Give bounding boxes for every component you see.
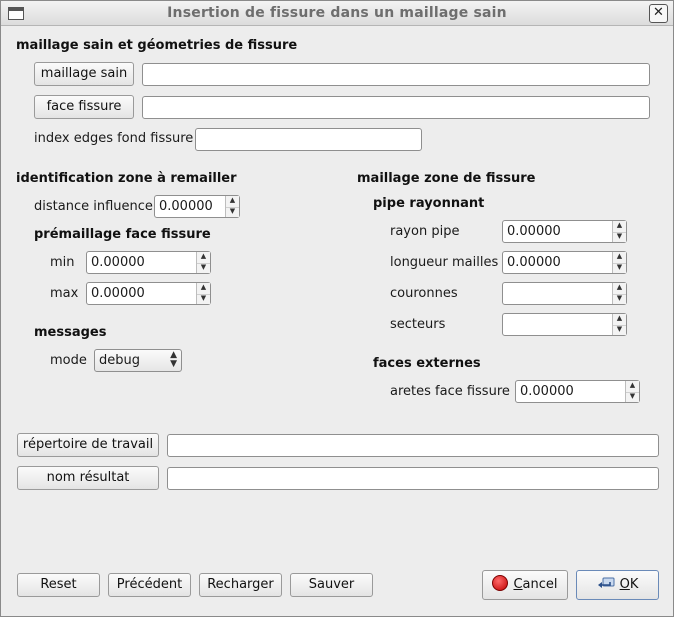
spin-down-icon[interactable]: ▼ <box>197 294 210 305</box>
maillage-sain-button[interactable]: maillage sain <box>34 62 134 86</box>
secteurs-label: secteurs <box>390 317 446 332</box>
close-button[interactable]: ✕ <box>649 4 668 23</box>
section-title-zone: maillage zone de fissure <box>357 171 536 186</box>
enter-arrow-icon <box>597 577 615 588</box>
couronnes-label: couronnes <box>390 286 458 301</box>
repertoire-travail-button[interactable]: répertoire de travail <box>17 433 159 457</box>
longueur-mailles-label: longueur mailles <box>390 255 499 270</box>
title-bar: Insertion de fissure dans un maillage sa… <box>1 1 673 26</box>
reset-button[interactable]: Reset <box>17 573 100 597</box>
section-title-geometry: maillage sain et géometries de fissure <box>16 38 298 53</box>
mode-label: mode <box>50 353 87 368</box>
rayon-pipe-spinbox[interactable]: 0.00000 ▲ ▼ <box>502 220 627 243</box>
index-edges-field[interactable] <box>195 128 422 151</box>
min-spinbox[interactable]: 0.00000 ▲ ▼ <box>86 251 211 274</box>
cancel-button[interactable]: Cancel <box>482 570 568 600</box>
window-title: Insertion de fissure dans un maillage sa… <box>167 5 507 21</box>
aretes-face-fissure-spinbox[interactable]: 0.00000 ▲ ▼ <box>515 380 640 403</box>
nom-resultat-button[interactable]: nom résultat <box>17 466 159 490</box>
maillage-sain-field[interactable] <box>142 63 650 86</box>
spin-down-icon[interactable]: ▼ <box>613 294 626 305</box>
longueur-mailles-spinbox[interactable]: 0.00000 ▲ ▼ <box>502 251 627 274</box>
spin-down-icon[interactable]: ▼ <box>613 263 626 274</box>
distance-influence-label: distance influence <box>34 199 153 214</box>
distance-influence-spinbox[interactable]: 0.00000 ▲ ▼ <box>154 195 240 218</box>
sauver-button[interactable]: Sauver <box>290 573 373 597</box>
couronnes-spinbox[interactable]: ▲ ▼ <box>502 282 627 305</box>
spin-down-icon[interactable]: ▼ <box>197 263 210 274</box>
close-icon: ✕ <box>653 5 664 20</box>
face-fissure-field[interactable] <box>142 96 650 119</box>
recharger-button[interactable]: Recharger <box>199 573 282 597</box>
mode-select[interactable]: debug ▲ ▼ <box>94 349 182 372</box>
premaillage-title: prémaillage face fissure <box>34 227 211 242</box>
rayon-pipe-label: rayon pipe <box>390 224 460 239</box>
precedent-button[interactable]: Précédent <box>108 573 191 597</box>
face-fissure-button[interactable]: face fissure <box>34 95 134 119</box>
section-title-identification: identification zone à remailler <box>16 171 237 186</box>
nom-resultat-field[interactable] <box>167 467 659 490</box>
stop-red-circle-icon <box>492 575 509 591</box>
spin-down-icon[interactable]: ▼ <box>626 392 639 403</box>
spin-down-icon[interactable]: ▼ <box>226 207 239 218</box>
updown-chevron-icon: ▲ ▼ <box>170 350 177 369</box>
faces-externes-title: faces externes <box>373 356 481 371</box>
spin-down-icon[interactable]: ▼ <box>613 325 626 336</box>
max-label: max <box>50 286 79 301</box>
messages-title: messages <box>34 325 107 340</box>
repertoire-travail-field[interactable] <box>167 434 659 457</box>
aretes-face-fissure-label: aretes face fissure <box>390 384 510 399</box>
max-spinbox[interactable]: 0.00000 ▲ ▼ <box>86 282 211 305</box>
spin-down-icon[interactable]: ▼ <box>613 232 626 243</box>
index-edges-label: index edges fond fissure <box>34 131 194 146</box>
secteurs-spinbox[interactable]: ▲ ▼ <box>502 313 627 336</box>
ok-button[interactable]: OK <box>576 570 659 600</box>
dialog-window: Insertion de fissure dans un maillage sa… <box>0 0 674 617</box>
pipe-rayonnant-title: pipe rayonnant <box>373 196 485 211</box>
min-label: min <box>50 255 75 270</box>
